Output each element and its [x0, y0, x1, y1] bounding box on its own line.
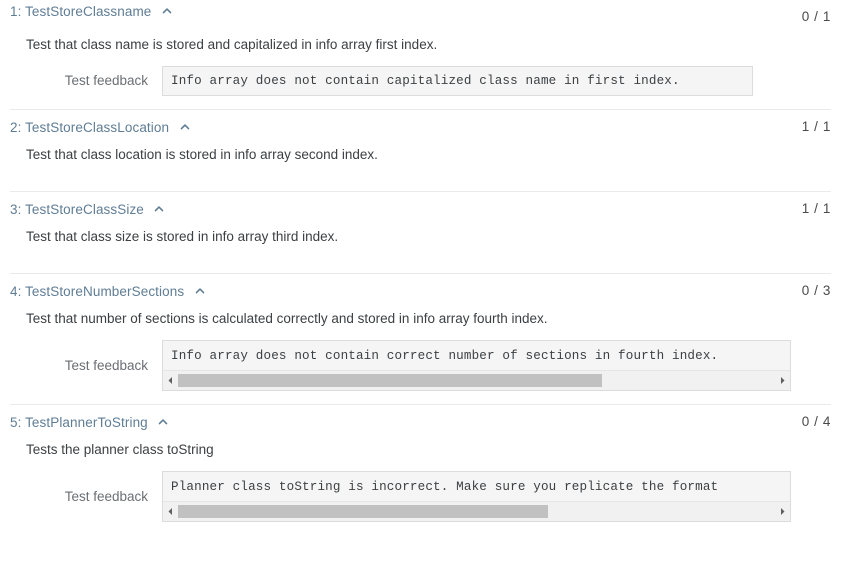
test-feedback-text: Info array does not contain correct numb… [171, 349, 719, 363]
test-section-title[interactable]: 4: TestStoreNumberSections [10, 284, 184, 300]
chevron-up-icon[interactable] [178, 120, 192, 134]
test-section: 5: TestPlannerToString 0 / 4 Tests the p… [0, 405, 841, 522]
test-section-score: 1 / 1 [801, 119, 831, 134]
chevron-up-icon[interactable] [156, 415, 170, 429]
test-section-title[interactable]: 3: TestStoreClassSize [10, 202, 144, 218]
test-section-title[interactable]: 1: TestStoreClassname [10, 4, 151, 20]
chevron-up-icon[interactable] [193, 284, 207, 298]
test-section-score: 0 / 4 [801, 414, 831, 429]
test-feedback-label: Test feedback [64, 357, 148, 373]
test-section-title[interactable]: 5: TestPlannerToString [10, 415, 148, 431]
test-section-header[interactable]: 5: TestPlannerToString 0 / 4 [0, 405, 841, 430]
test-feedback-row: Test feedback Info array does not contai… [0, 328, 841, 391]
chevron-up-icon[interactable] [152, 202, 166, 216]
test-section-description: Test that class name is stored and capit… [26, 37, 438, 52]
horizontal-scrollbar[interactable] [163, 501, 790, 521]
horizontal-scrollbar[interactable] [163, 370, 790, 390]
scroll-arrow-left-icon[interactable] [163, 502, 178, 521]
test-feedback-row: Test feedback Planner class toString is … [0, 459, 841, 522]
test-section-score: 0 / 1 [801, 9, 831, 24]
scrollbar-track[interactable] [178, 502, 775, 521]
scroll-arrow-right-icon[interactable] [775, 502, 790, 521]
test-feedback-box: Info array does not contain capitalized … [162, 66, 753, 96]
test-feedback-label: Test feedback [64, 488, 148, 504]
test-section: 4: TestStoreNumberSections 0 / 3 Test th… [0, 274, 841, 405]
test-section: 3: TestStoreClassSize 1 / 1 Test that cl… [0, 192, 841, 274]
scrollbar-thumb[interactable] [178, 505, 549, 518]
test-feedback-text: Planner class toString is incorrect. Mak… [171, 480, 719, 494]
scroll-arrow-right-icon[interactable] [775, 371, 790, 390]
scroll-arrow-left-icon[interactable] [163, 371, 178, 390]
test-section-title[interactable]: 2: TestStoreClassLocation [10, 120, 169, 136]
chevron-up-icon[interactable] [160, 4, 174, 18]
test-section-score: 1 / 1 [801, 201, 831, 216]
test-section: 1: TestStoreClassname 0 / 1 Test that cl… [0, 0, 841, 110]
test-feedback-box: Info array does not contain correct numb… [162, 340, 791, 391]
test-feedback-row: Test feedback Info array does not contai… [0, 54, 841, 96]
test-section-header[interactable]: 3: TestStoreClassSize 1 / 1 [0, 192, 841, 217]
test-feedback-box: Planner class toString is incorrect. Mak… [162, 471, 791, 522]
test-feedback-label: Test feedback [64, 73, 148, 88]
test-feedback-text: Info array does not contain capitalized … [171, 74, 680, 88]
test-section: 2: TestStoreClassLocation 1 / 1 Test tha… [0, 110, 841, 192]
test-section-header[interactable]: 1: TestStoreClassname 0 / 1 [0, 0, 841, 24]
scrollbar-track[interactable] [178, 371, 775, 390]
test-section-header[interactable]: 4: TestStoreNumberSections 0 / 3 [0, 274, 841, 299]
test-section-header[interactable]: 2: TestStoreClassLocation 1 / 1 [0, 110, 841, 135]
test-section-score: 0 / 3 [801, 283, 831, 298]
scrollbar-thumb[interactable] [178, 374, 602, 387]
test-results-panel: 1: TestStoreClassname 0 / 1 Test that cl… [0, 0, 841, 568]
